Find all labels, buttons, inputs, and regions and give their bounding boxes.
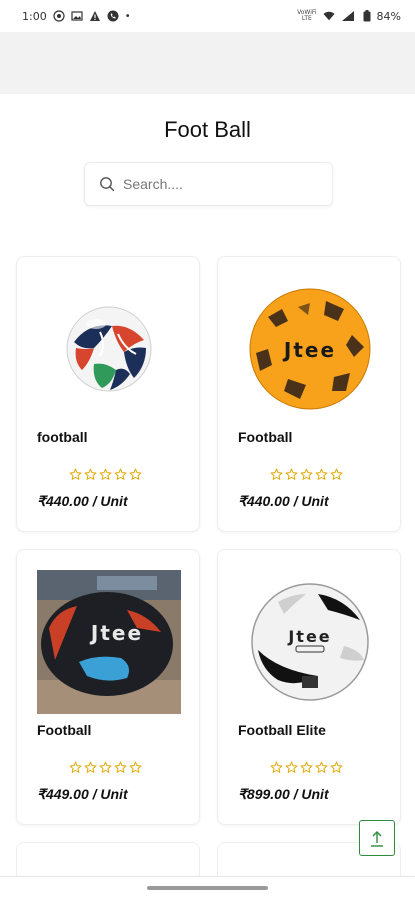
orange-jtee-ball-image: Jtee xyxy=(249,288,371,410)
product-card[interactable]: football ₹440.00 / Unit xyxy=(16,256,200,532)
rating-stars xyxy=(69,761,142,774)
product-price: ₹899.00 / Unit xyxy=(238,786,329,802)
status-left: 1:00 • xyxy=(22,10,131,23)
white-jtee-ball-image: Jtee xyxy=(251,583,369,701)
battery-icon xyxy=(363,10,371,22)
product-image[interactable]: Jtee xyxy=(37,570,181,714)
star-empty-icon xyxy=(129,468,142,480)
image-icon xyxy=(71,10,83,22)
product-image[interactable]: Jtee xyxy=(238,277,382,421)
system-nav-bar xyxy=(0,876,415,900)
home-gesture-handle[interactable] xyxy=(147,886,268,890)
search-bar[interactable] xyxy=(84,162,333,206)
product-card[interactable]: Jtee Football ₹449.00 / Unit xyxy=(16,549,200,825)
product-card[interactable]: Jtee Football Elite ₹899.00 / Unit xyxy=(217,549,401,825)
status-right: VoWiFi LTE 84% xyxy=(297,10,401,23)
star-empty-icon xyxy=(69,468,82,480)
product-name[interactable]: Football xyxy=(238,429,292,445)
svg-text:Jtee: Jtee xyxy=(89,621,143,645)
product-name[interactable]: football xyxy=(37,429,88,445)
scroll-to-top-button[interactable] xyxy=(359,820,395,856)
star-empty-icon xyxy=(330,761,343,773)
rating-stars xyxy=(270,468,343,481)
star-empty-icon xyxy=(300,468,313,480)
wifi-icon xyxy=(322,10,335,22)
dot-icon: • xyxy=(124,10,131,22)
star-empty-icon xyxy=(270,468,283,480)
whatsapp-icon xyxy=(53,10,65,22)
star-empty-icon xyxy=(315,468,328,480)
star-empty-icon xyxy=(285,468,298,480)
star-empty-icon xyxy=(300,761,313,773)
product-name[interactable]: Football xyxy=(37,722,91,738)
star-empty-icon xyxy=(99,761,112,773)
black-jtee-ball-photo-image: Jtee xyxy=(37,570,181,714)
battery-percent: 84% xyxy=(376,9,401,23)
network-label-bottom: LTE xyxy=(301,15,312,22)
brazuca-ball-image xyxy=(66,306,152,392)
rating-stars xyxy=(270,761,343,774)
product-price: ₹440.00 / Unit xyxy=(238,493,329,509)
signal-icon xyxy=(341,10,357,22)
product-price: ₹440.00 / Unit xyxy=(37,493,128,509)
rating-stars xyxy=(69,468,142,481)
star-empty-icon xyxy=(69,761,82,773)
star-empty-icon xyxy=(330,468,343,480)
product-price: ₹449.00 / Unit xyxy=(37,786,128,802)
page-title: Foot Ball xyxy=(164,117,251,142)
star-empty-icon xyxy=(84,761,97,773)
product-image[interactable]: Jtee xyxy=(238,570,382,714)
arrow-up-icon xyxy=(371,831,383,847)
star-empty-icon xyxy=(114,761,127,773)
product-name[interactable]: Football Elite xyxy=(238,722,326,738)
search-input[interactable] xyxy=(123,176,313,192)
app-header xyxy=(0,32,415,94)
search-icon xyxy=(99,176,115,192)
star-empty-icon xyxy=(285,761,298,773)
product-image[interactable] xyxy=(37,277,181,421)
status-bar: 1:00 • VoWiFi LTE 84% xyxy=(0,0,415,32)
network-label: VoWiFi LTE xyxy=(297,10,316,22)
star-empty-icon xyxy=(270,761,283,773)
star-empty-icon xyxy=(129,761,142,773)
svg-text:Jtee: Jtee xyxy=(287,627,331,646)
star-empty-icon xyxy=(99,468,112,480)
star-empty-icon xyxy=(84,468,97,480)
warning-icon xyxy=(89,10,101,22)
svg-text:Jtee: Jtee xyxy=(282,338,336,362)
star-empty-icon xyxy=(114,468,127,480)
star-empty-icon xyxy=(315,761,328,773)
phone-icon xyxy=(107,10,119,22)
status-time: 1:00 xyxy=(22,9,47,23)
product-card[interactable]: Jtee Football ₹440.00 / Unit xyxy=(217,256,401,532)
